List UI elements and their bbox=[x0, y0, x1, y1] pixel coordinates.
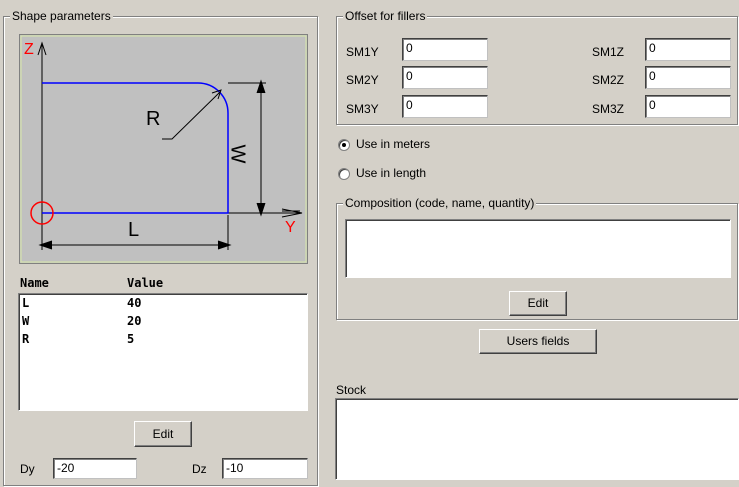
shape-parameters-title: Shape parameters bbox=[10, 9, 113, 23]
l-dimension-label: L bbox=[128, 219, 140, 241]
dz-field[interactable]: -10 bbox=[222, 458, 308, 479]
stock-textarea[interactable] bbox=[335, 398, 739, 480]
param-header-name: Name bbox=[20, 276, 49, 290]
sm1y-field[interactable]: 0 bbox=[402, 38, 488, 61]
composition-edit-button[interactable]: Edit bbox=[509, 291, 567, 316]
r-dimension-label: R bbox=[146, 108, 161, 130]
param-list[interactable]: L 40 W 20 R 5 bbox=[18, 293, 308, 411]
sm2z-label: SM2Z bbox=[592, 73, 625, 87]
shape-diagram: Z Y R L W bbox=[19, 34, 308, 264]
param-header-value: Value bbox=[127, 276, 164, 290]
y-axis-label: Y bbox=[285, 219, 296, 236]
stock-label: Stock bbox=[336, 383, 367, 397]
sm1z-label: SM1Z bbox=[592, 45, 625, 59]
sm2y-field[interactable]: 0 bbox=[402, 66, 488, 89]
param-row-value[interactable]: 5 bbox=[127, 332, 134, 346]
sm1y-label: SM1Y bbox=[346, 45, 379, 59]
dy-field[interactable]: -20 bbox=[53, 458, 137, 479]
param-row-name[interactable]: L bbox=[22, 296, 29, 310]
sm2z-field[interactable]: 0 bbox=[645, 66, 731, 89]
dz-label: Dz bbox=[192, 462, 207, 476]
sm3y-label: SM3Y bbox=[346, 102, 379, 116]
dy-label: Dy bbox=[20, 462, 35, 476]
w-dimension-label: W bbox=[226, 144, 249, 164]
param-row-value[interactable]: 40 bbox=[127, 296, 141, 310]
use-in-length-label[interactable]: Use in length bbox=[356, 166, 426, 180]
shape-edit-button[interactable]: Edit bbox=[134, 421, 192, 447]
radio-selected-icon[interactable] bbox=[338, 139, 350, 151]
sm3z-field[interactable]: 0 bbox=[645, 95, 731, 118]
users-fields-button[interactable]: Users fields bbox=[479, 329, 597, 354]
offset-fillers-title: Offset for fillers bbox=[343, 9, 428, 23]
sm3z-label: SM3Z bbox=[592, 102, 625, 116]
z-axis-label: Z bbox=[24, 41, 34, 58]
use-in-length-radio[interactable]: Use in length bbox=[338, 166, 468, 182]
sm3y-field[interactable]: 0 bbox=[402, 95, 488, 118]
use-in-meters-radio[interactable]: Use in meters bbox=[338, 137, 468, 153]
composition-list[interactable] bbox=[345, 219, 731, 278]
use-in-meters-label[interactable]: Use in meters bbox=[356, 137, 430, 151]
shape-diagram-svg bbox=[20, 35, 307, 263]
radio-unselected-icon[interactable] bbox=[338, 168, 350, 180]
sm1z-field[interactable]: 0 bbox=[645, 38, 731, 61]
composition-title: Composition (code, name, quantity) bbox=[343, 196, 537, 210]
param-row-name[interactable]: W bbox=[22, 314, 29, 328]
sm2y-label: SM2Y bbox=[346, 73, 379, 87]
param-row-value[interactable]: 20 bbox=[127, 314, 141, 328]
param-row-name[interactable]: R bbox=[22, 332, 29, 346]
